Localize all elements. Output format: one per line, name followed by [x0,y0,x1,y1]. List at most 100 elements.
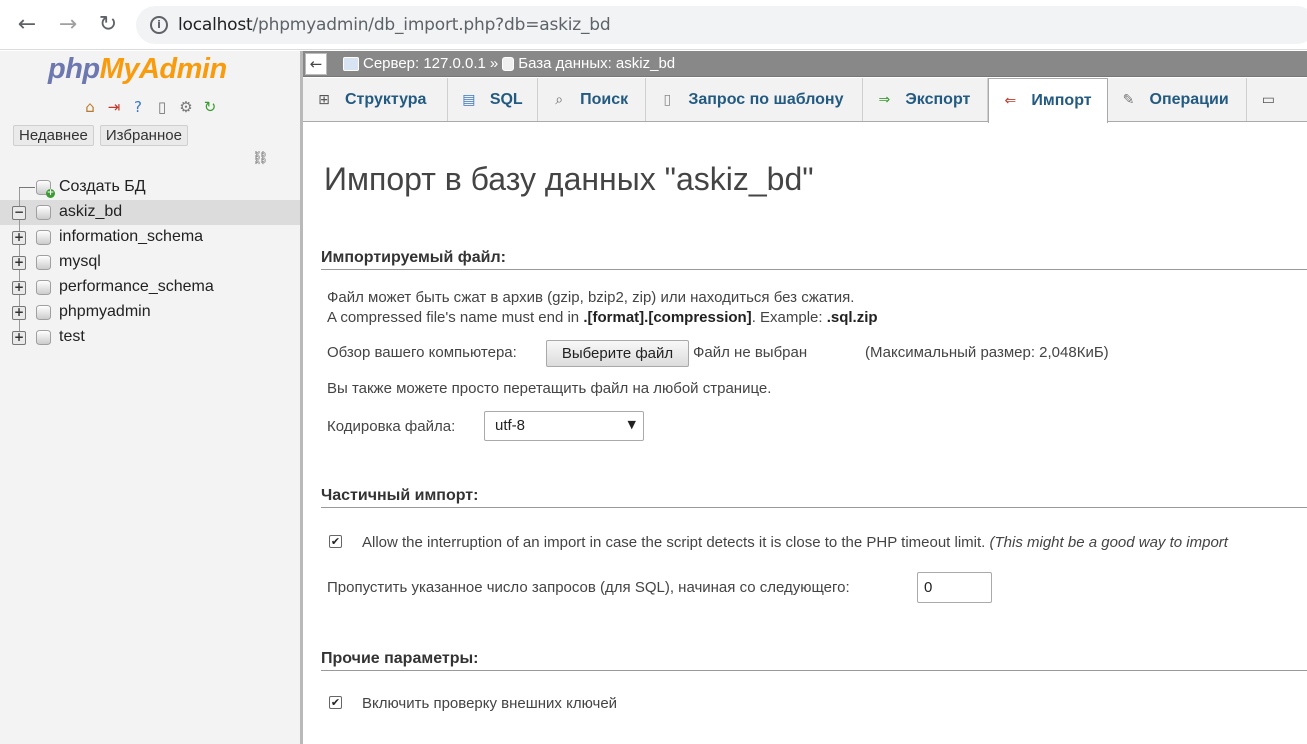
section-divider [321,507,1307,508]
expand-icon[interactable]: + [12,256,26,270]
navigation-panel: phpMyAdmin ⌂ ⇥ ? ▯ ⚙ ↻ Недавнее Избранно… [0,51,300,744]
collapse-panel-icon[interactable]: ← [305,53,327,75]
breadcrumb-separator: » [489,55,499,72]
encoding-select[interactable]: utf-8 ▼ [484,411,644,441]
tree-item-label[interactable]: Создать БД [59,178,146,196]
compress-note: Файл может быть сжат в архив (gzip, bzip… [327,289,855,306]
tree-item-label[interactable]: mysql [59,253,101,271]
database-icon [36,205,51,220]
partial-section-title: Частичный импорт: [321,487,479,504]
tree-item-phpmyadmin[interactable]: + phpmyadmin [0,300,300,325]
tab-export[interactable]: ⇒ Экспорт [863,78,989,121]
choose-file-button[interactable]: Выберите файл [546,340,689,367]
section-divider [321,269,1307,270]
other-section-title: Прочие параметры: [321,650,479,667]
tree-item-test[interactable]: + test [0,325,300,350]
query-icon: ▯ [663,91,672,108]
tree-item-information-schema[interactable]: + information_schema [0,225,300,250]
tree-item-create-db[interactable]: Создать БД [0,175,300,200]
max-size-label: (Максимальный размер: 2,048КиБ) [865,344,1109,361]
database-icon [36,230,51,245]
tab-import[interactable]: ⇐ Импорт [988,78,1108,123]
address-bar[interactable]: i localhost/phpmyadmin/db_import.php?db=… [136,6,1307,44]
tab-label[interactable]: Структура [345,91,426,109]
tree-item-askiz-bd[interactable]: − askiz_bd [0,200,300,225]
dropdown-arrow-icon[interactable]: ▼ [628,418,636,431]
database-tree: Создать БД − askiz_bd + information_sche… [0,175,300,350]
expand-icon[interactable]: + [12,331,26,345]
foreign-keys-label[interactable]: Включить проверку внешних ключей [362,695,617,712]
recent-tab[interactable]: Недавнее [13,125,94,146]
tree-item-performance-schema[interactable]: + performance_schema [0,275,300,300]
expand-icon[interactable]: + [12,306,26,320]
back-icon[interactable]: ← [14,12,40,38]
operations-icon: ✎ [1122,91,1135,108]
server-breadcrumb-bar: ← Сервер: 127.0.0.1 » База данных: askiz… [303,51,1307,77]
structure-icon: ⊞ [318,91,330,108]
database-icon [36,280,51,295]
breadcrumb-database-label[interactable]: База данных: askiz_bd [518,55,675,72]
tab-label[interactable]: Запрос по шаблону [688,91,843,109]
url-text[interactable]: localhost/phpmyadmin/db_import.php?db=as… [178,15,611,35]
new-database-icon [36,180,55,198]
main-content: ← Сервер: 127.0.0.1 » База данных: askiz… [303,51,1307,744]
expand-icon[interactable]: + [12,231,26,245]
collapse-icon[interactable]: − [12,206,26,220]
tab-operations[interactable]: ✎ Операции [1108,78,1248,121]
allow-interrupt-checkbox[interactable]: ✔ [329,535,342,548]
link-chain-icon[interactable]: ⛓ [252,151,269,166]
database-icon [36,330,51,345]
tab-label[interactable]: Импорт [1031,92,1091,110]
sql-icon: ▤ [462,91,476,108]
tree-item-label[interactable]: askiz_bd [59,203,122,221]
settings-gear-icon[interactable]: ⚙ [176,97,196,117]
tab-query[interactable]: ▯ Запрос по шаблону [646,78,864,121]
tree-branch [19,187,35,188]
allow-interrupt-label[interactable]: Allow the interruption of an import in c… [362,534,1228,551]
reload-nav-icon[interactable]: ↻ [200,97,220,117]
database-icon [36,305,51,320]
foreign-keys-checkbox[interactable]: ✔ [329,696,342,709]
tree-item-label[interactable]: test [59,328,85,346]
tab-label[interactable]: SQL [490,91,523,109]
nav-tool-icons: ⌂ ⇥ ? ▯ ⚙ ↻ [80,97,220,117]
drag-drop-note: Вы также можете просто перетащить файл н… [327,380,772,397]
breadcrumb-server[interactable]: Сервер: 127.0.0.1 » База данных: askiz_b… [343,55,675,72]
tab-search[interactable]: ⌕ Поиск [538,78,647,121]
database-icon [502,56,515,71]
recent-favorites-tabs: Недавнее Избранное [13,125,188,146]
breadcrumb-server-label[interactable]: Сервер: 127.0.0.1 [363,55,486,72]
tree-item-label[interactable]: phpmyadmin [59,303,151,321]
section-divider [321,670,1307,671]
skip-queries-input[interactable]: 0 [917,572,992,603]
reload-icon[interactable]: ↻ [95,12,121,38]
logout-icon[interactable]: ⇥ [104,97,124,117]
encoding-value[interactable]: utf-8 [495,417,525,434]
skip-queries-label: Пропустить указанное число запросов (для… [327,579,850,596]
tree-item-mysql[interactable]: + mysql [0,250,300,275]
tab-label[interactable]: Поиск [580,91,628,109]
info-icon[interactable]: i [150,16,168,34]
tab-more[interactable]: ▭ [1247,78,1307,121]
tab-label[interactable]: Экспорт [905,91,970,109]
tree-item-label[interactable]: performance_schema [59,278,214,296]
search-icon: ⌕ [555,91,564,108]
page-title: Импорт в базу данных "askiz_bd" [324,161,814,197]
favorites-tab[interactable]: Избранное [99,125,188,146]
phpmyadmin-logo[interactable]: phpMyAdmin [48,53,227,86]
docs-icon[interactable]: ▯ [152,97,172,117]
tab-structure[interactable]: ⊞ Структура [303,78,448,121]
top-tabs: ⊞ Структура ▤ SQL ⌕ Поиск ▯ Запрос по ша… [303,78,1307,123]
database-icon [36,255,51,270]
expand-icon[interactable]: + [12,281,26,295]
forward-icon[interactable]: → [55,12,81,38]
import-icon: ⇐ [1004,93,1017,109]
compressed-name-note: A compressed file's name must end in .[f… [327,309,878,326]
help-icon[interactable]: ? [128,97,148,117]
tab-sql[interactable]: ▤ SQL [448,78,539,121]
tree-item-label[interactable]: information_schema [59,228,203,246]
home-icon[interactable]: ⌂ [80,97,100,117]
tab-label[interactable]: Операции [1150,91,1229,109]
file-section-title: Импортируемый файл: [321,249,506,266]
no-file-label: Файл не выбран [693,344,808,361]
